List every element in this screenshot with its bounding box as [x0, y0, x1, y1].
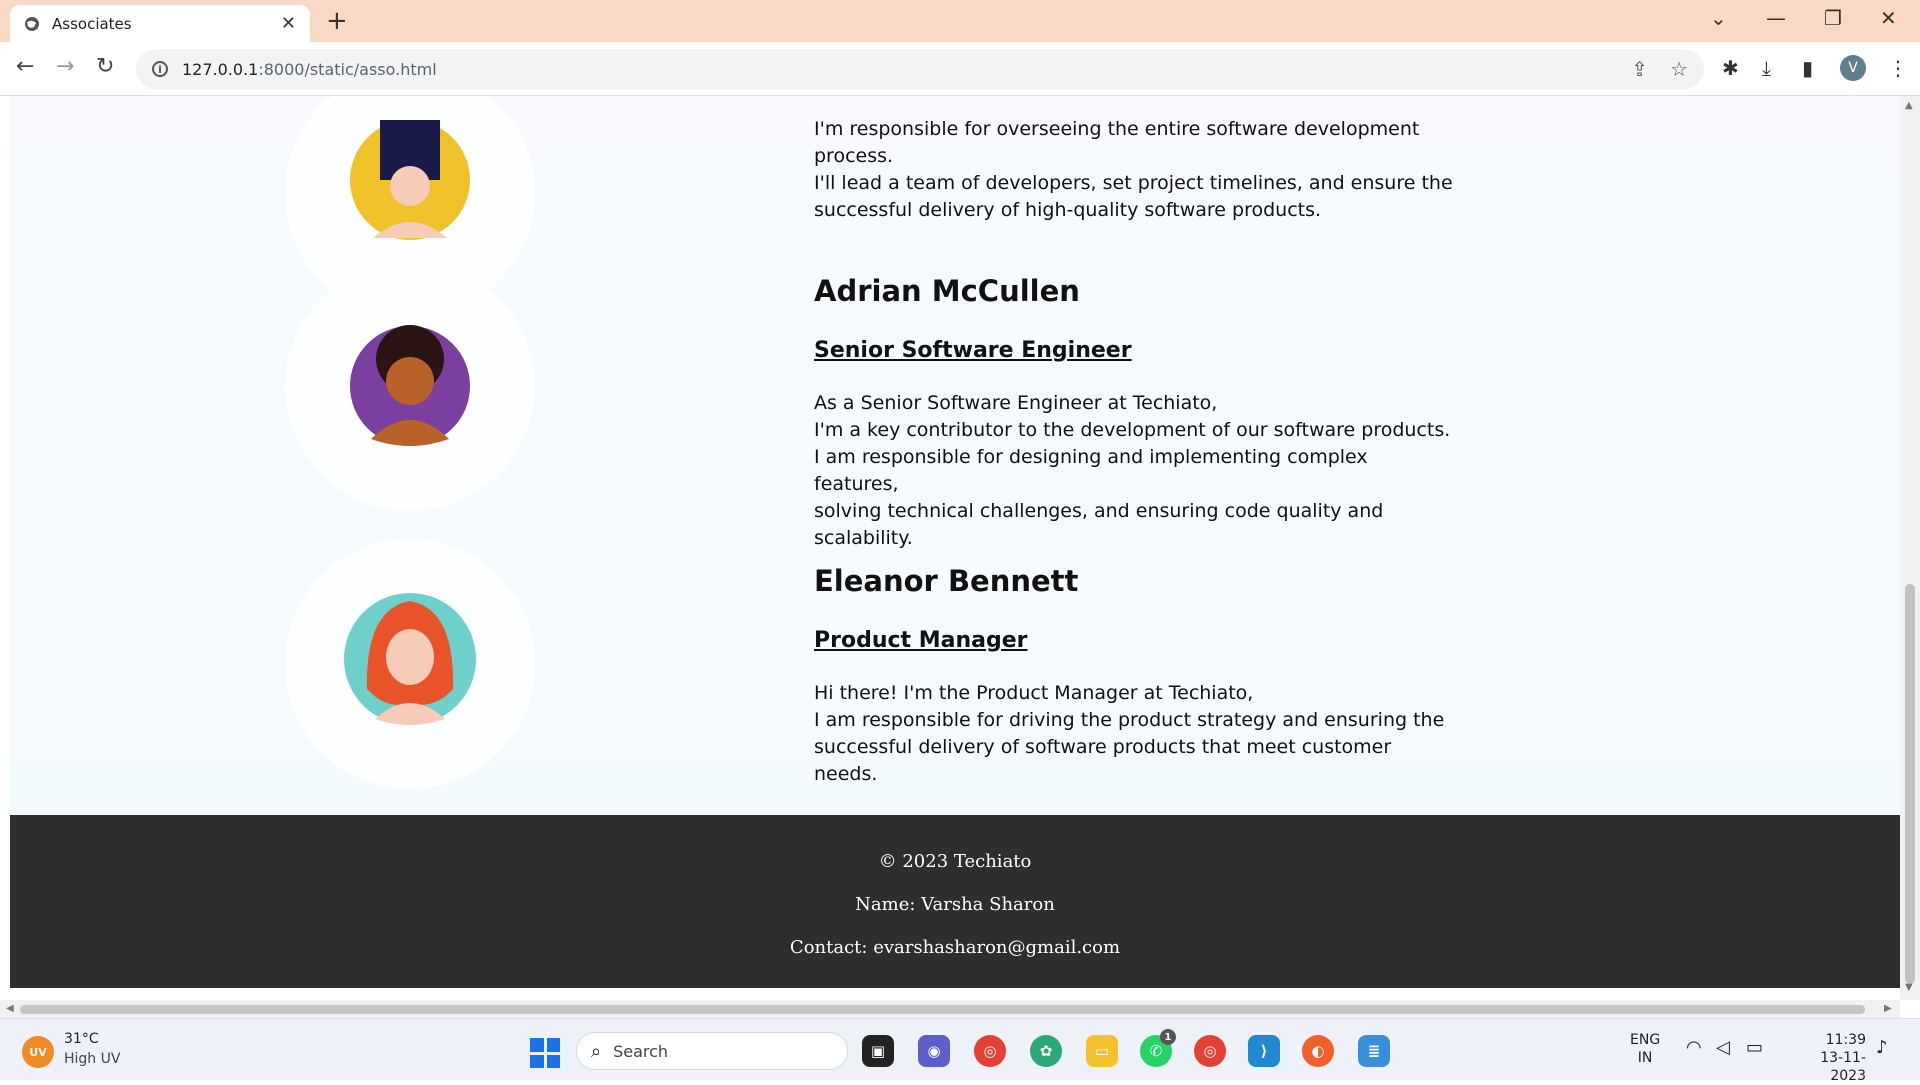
teams-chat-icon[interactable]: ◉ — [918, 1035, 950, 1067]
battery-icon[interactable]: ▭ — [1746, 1039, 1763, 1057]
vertical-scrollbar[interactable]: ▲ ▼ — [1900, 96, 1920, 1000]
associate-avatar-frame — [285, 539, 535, 789]
description-line: successful delivery of high-quality soft… — [814, 199, 1322, 221]
wifi-icon[interactable]: ◠ — [1686, 1039, 1702, 1057]
footer-copyright: © 2023 Techiato — [878, 851, 1032, 872]
scroll-down-arrow-icon[interactable]: ▼ — [1905, 982, 1913, 993]
associate-name: Eleanor Bennett — [814, 564, 1079, 598]
browser-toolbar: ← → ↻ i 127.0.0.1:8000/static/asso.html … — [0, 42, 1920, 96]
notification-bell-icon[interactable]: ♪ — [1876, 1039, 1888, 1057]
scroll-right-arrow-icon[interactable]: ▶ — [1884, 1003, 1892, 1014]
language-code: ENG — [1630, 1032, 1661, 1048]
associate-card-3: Eleanor Bennett Product Manager Hi there… — [814, 564, 1454, 785]
associate-description: Hi there! I'm the Product Manager at Tec… — [814, 680, 1454, 788]
tab-search-chevron-icon[interactable]: ⌄ — [1710, 6, 1727, 30]
woman-avatar-icon — [344, 593, 476, 725]
page-viewport: I'm responsible for overseeing the entir… — [0, 96, 1900, 1000]
minimize-icon[interactable]: — — [1766, 6, 1786, 30]
description-line: As a Senior Software Engineer at Techiat… — [814, 392, 1218, 414]
region-code: IN — [1637, 1050, 1653, 1066]
chrome-icon[interactable]: ◎ — [1194, 1035, 1226, 1067]
back-arrow-icon[interactable]: ← — [16, 54, 34, 79]
vscode-icon[interactable]: ⟩ — [1248, 1035, 1280, 1067]
reload-icon[interactable]: ↻ — [96, 54, 114, 79]
volume-icon[interactable]: ◁ — [1716, 1039, 1730, 1057]
tab-associates[interactable]: Associates ✕ — [10, 5, 310, 42]
tab-strip: Associates ✕ + ⌄ — ❐ ✕ — [0, 0, 1920, 42]
associates-section: I'm responsible for overseeing the entir… — [10, 96, 1900, 815]
man-avatar-icon — [350, 325, 470, 446]
new-tab-button[interactable]: + — [326, 6, 348, 36]
forward-arrow-icon[interactable]: → — [56, 54, 74, 79]
site-info-icon[interactable]: i — [152, 61, 168, 77]
description-line: successful delivery of software products… — [814, 736, 1392, 785]
search-placeholder: Search — [613, 1041, 669, 1061]
description-line: I'm a key contributor to the development… — [814, 419, 1451, 441]
extensions-puzzle-icon[interactable]: ✱ — [1722, 56, 1739, 80]
associate-description: As a Senior Software Engineer at Techiat… — [814, 390, 1454, 552]
description-line: I am responsible for designing and imple… — [814, 446, 1368, 495]
description-line: Hi there! I'm the Product Manager at Tec… — [814, 682, 1254, 704]
chrome-profile-icon[interactable]: ◎ — [974, 1035, 1006, 1067]
description-line: I am responsible for driving the product… — [814, 709, 1445, 731]
firefox-icon[interactable]: ◐ — [1302, 1035, 1334, 1067]
footer-contact: Contact: evarshasharon@gmail.com — [789, 937, 1121, 958]
address-bar[interactable]: i 127.0.0.1:8000/static/asso.html ⇪ ☆ — [136, 49, 1704, 89]
notification-badge: 1 — [1160, 1029, 1176, 1045]
associate-card-2: Adrian McCullen Senior Software Engineer… — [814, 274, 1454, 549]
weather-temperature[interactable]: 31°C — [64, 1031, 99, 1047]
horizontal-scroll-thumb[interactable] — [20, 1005, 1865, 1014]
weather-uv-icon[interactable]: UV — [22, 1036, 54, 1068]
clock[interactable]: 11:39 13-11-2023 — [1786, 1031, 1866, 1085]
close-window-icon[interactable]: ✕ — [1880, 6, 1897, 30]
page-footer: © 2023 Techiato Name: Varsha Sharon Cont… — [10, 815, 1900, 988]
menu-kebab-icon[interactable]: ⋮ — [1888, 56, 1908, 80]
url-path: :8000/static/asso.html — [258, 59, 437, 79]
tab-title: Associates — [52, 14, 132, 33]
weather-status[interactable]: High UV — [64, 1051, 120, 1067]
search-icon: ⌕ — [591, 1040, 602, 1062]
profile-avatar[interactable]: V — [1840, 55, 1866, 81]
description-line: process. — [814, 145, 894, 167]
tab-close-icon[interactable]: ✕ — [281, 13, 296, 34]
windows-taskbar: UV 31°C High UV ⌕ Search ▣ ◉ ◎ ✿ ▭ ✆ 1 ◎ … — [0, 1018, 1920, 1084]
description-line: I'll lead a team of developers, set proj… — [814, 172, 1453, 194]
restore-icon[interactable]: ❐ — [1824, 6, 1842, 30]
associate-avatar-frame — [285, 261, 535, 511]
description-line: solving technical challenges, and ensuri… — [814, 500, 1384, 549]
url-host: 127.0.0.1 — [182, 59, 259, 79]
scroll-left-arrow-icon[interactable]: ◀ — [6, 1003, 14, 1014]
file-explorer-icon[interactable]: ▭ — [1086, 1035, 1118, 1067]
associate-role: Senior Software Engineer — [814, 338, 1132, 363]
notepad-icon[interactable]: ≣ — [1358, 1035, 1390, 1067]
vertical-scroll-thumb[interactable] — [1905, 584, 1915, 984]
language-indicator[interactable]: ENG IN — [1630, 1031, 1660, 1067]
associate-name: Adrian McCullen — [814, 274, 1080, 308]
scroll-up-arrow-icon[interactable]: ▲ — [1905, 100, 1913, 111]
side-panel-icon[interactable]: ▮ — [1802, 56, 1813, 80]
bookmark-star-icon[interactable]: ☆ — [1670, 57, 1688, 81]
description-line: I'm responsible for overseeing the entir… — [814, 118, 1420, 140]
horizontal-scrollbar[interactable]: ◀ ▶ — [0, 1000, 1900, 1018]
clock-time: 11:39 — [1825, 1032, 1866, 1048]
url-text[interactable]: 127.0.0.1:8000/static/asso.html — [182, 60, 1609, 79]
globe-icon — [25, 16, 39, 31]
taskbar-search-box[interactable]: ⌕ Search — [576, 1032, 848, 1070]
footer-name: Name: Varsha Sharon — [855, 894, 1055, 915]
task-view-icon[interactable]: ▣ — [862, 1035, 894, 1067]
windows-start-icon[interactable] — [530, 1038, 560, 1068]
associate-role: Product Manager — [814, 628, 1028, 653]
associate-description: I'm responsible for overseeing the entir… — [814, 116, 1453, 224]
whatsapp-icon[interactable]: ✆ 1 — [1140, 1029, 1176, 1067]
share-icon[interactable]: ⇪ — [1631, 57, 1648, 81]
chatgpt-icon[interactable]: ✿ — [1030, 1035, 1062, 1067]
download-icon[interactable]: ⤓ — [1762, 56, 1771, 80]
